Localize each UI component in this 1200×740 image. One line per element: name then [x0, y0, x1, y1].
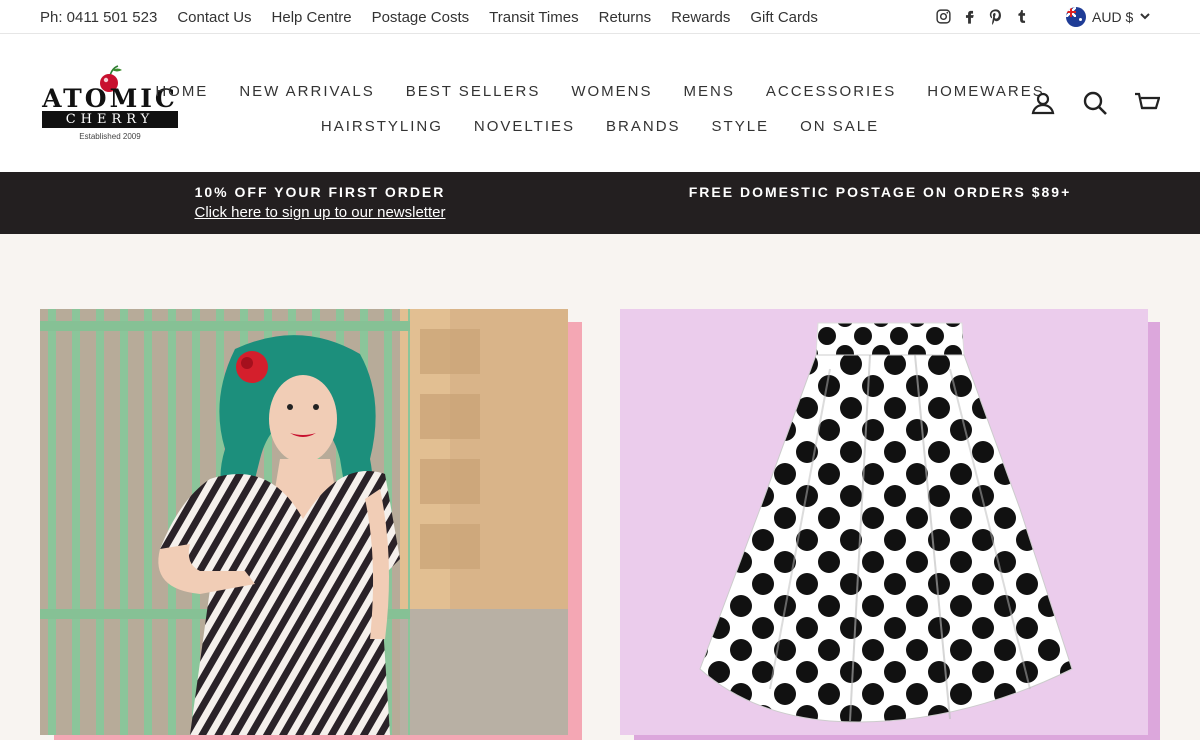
nav-on-sale[interactable]: ON SALE: [800, 118, 879, 135]
returns-link[interactable]: Returns: [599, 9, 652, 26]
transit-times-link[interactable]: Transit Times: [489, 9, 578, 26]
nav-style[interactable]: STYLE: [712, 118, 770, 135]
currency-selector[interactable]: AUD $: [1066, 7, 1151, 27]
announcement-newsletter: 10% OFF YOUR FIRST ORDER Click here to s…: [170, 184, 470, 222]
nav-row-1: HOME NEW ARRIVALS BEST SELLERS WOMENS ME…: [155, 74, 1042, 109]
australia-flag-icon: [1066, 7, 1086, 27]
nav-home[interactable]: HOME: [155, 83, 208, 100]
contact-us-link[interactable]: Contact Us: [177, 9, 251, 26]
nav-mens[interactable]: MENS: [684, 83, 735, 100]
newsletter-signup-link[interactable]: Click here to sign up to our newsletter: [195, 204, 446, 221]
main-navigation: HOME NEW ARRIVALS BEST SELLERS WOMENS ME…: [155, 74, 1042, 144]
free-postage-offer: FREE DOMESTIC POSTAGE ON ORDERS $89+: [688, 184, 1072, 200]
logo-subword: CHERRY: [42, 111, 178, 128]
nav-new-arrivals[interactable]: NEW ARRIVALS: [239, 83, 374, 100]
polka-dot-skirt-image: [699, 322, 1073, 723]
utility-bar: Ph: 0411 501 523 Contact Us Help Centre …: [0, 0, 1200, 34]
social-links: [935, 8, 1030, 25]
header-actions: [1030, 90, 1160, 116]
atomic-cherry-logo[interactable]: ATOMIC CHERRY Established 2009: [40, 64, 180, 146]
cart-icon[interactable]: [1134, 90, 1160, 116]
help-centre-link[interactable]: Help Centre: [272, 9, 352, 26]
nav-row-2: HAIRSTYLING NOVELTIES BRANDS STYLE ON SA…: [190, 109, 1010, 144]
rewards-link[interactable]: Rewards: [671, 9, 730, 26]
nav-best-sellers[interactable]: BEST SELLERS: [406, 83, 541, 100]
phone-link[interactable]: Ph: 0411 501 523: [40, 9, 157, 26]
account-icon[interactable]: [1030, 90, 1056, 116]
striped-dress-model-image: [40, 309, 568, 735]
pinterest-icon[interactable]: [987, 8, 1004, 25]
first-order-offer: 10% OFF YOUR FIRST ORDER: [194, 184, 446, 200]
nav-accessories[interactable]: ACCESSORIES: [766, 83, 896, 100]
site-header: ATOMIC CHERRY Established 2009 HOME NEW …: [0, 34, 1200, 172]
nav-brands[interactable]: BRANDS: [606, 118, 681, 135]
utility-links: Ph: 0411 501 523 Contact Us Help Centre …: [40, 0, 818, 34]
hero-tile-dress[interactable]: [40, 309, 568, 735]
currency-label: AUD $: [1092, 9, 1134, 25]
logo-tagline: Established 2009: [79, 132, 141, 141]
postage-costs-link[interactable]: Postage Costs: [372, 9, 470, 26]
search-icon[interactable]: [1082, 90, 1108, 116]
nav-womens[interactable]: WOMENS: [571, 83, 652, 100]
nav-novelties[interactable]: NOVELTIES: [474, 118, 575, 135]
announcement-bar: 10% OFF YOUR FIRST ORDER Click here to s…: [0, 172, 1200, 234]
instagram-icon[interactable]: [935, 8, 952, 25]
facebook-icon[interactable]: [961, 8, 978, 25]
announcement-postage: FREE DOMESTIC POSTAGE ON ORDERS $89+: [680, 184, 1080, 200]
tumblr-icon[interactable]: [1013, 8, 1030, 25]
nav-hairstyling[interactable]: HAIRSTYLING: [321, 118, 443, 135]
gift-cards-link[interactable]: Gift Cards: [750, 9, 818, 26]
chevron-down-icon: [1139, 9, 1151, 25]
hero-tile-skirt[interactable]: [620, 309, 1148, 735]
nav-homewares[interactable]: HOMEWARES: [927, 83, 1044, 100]
